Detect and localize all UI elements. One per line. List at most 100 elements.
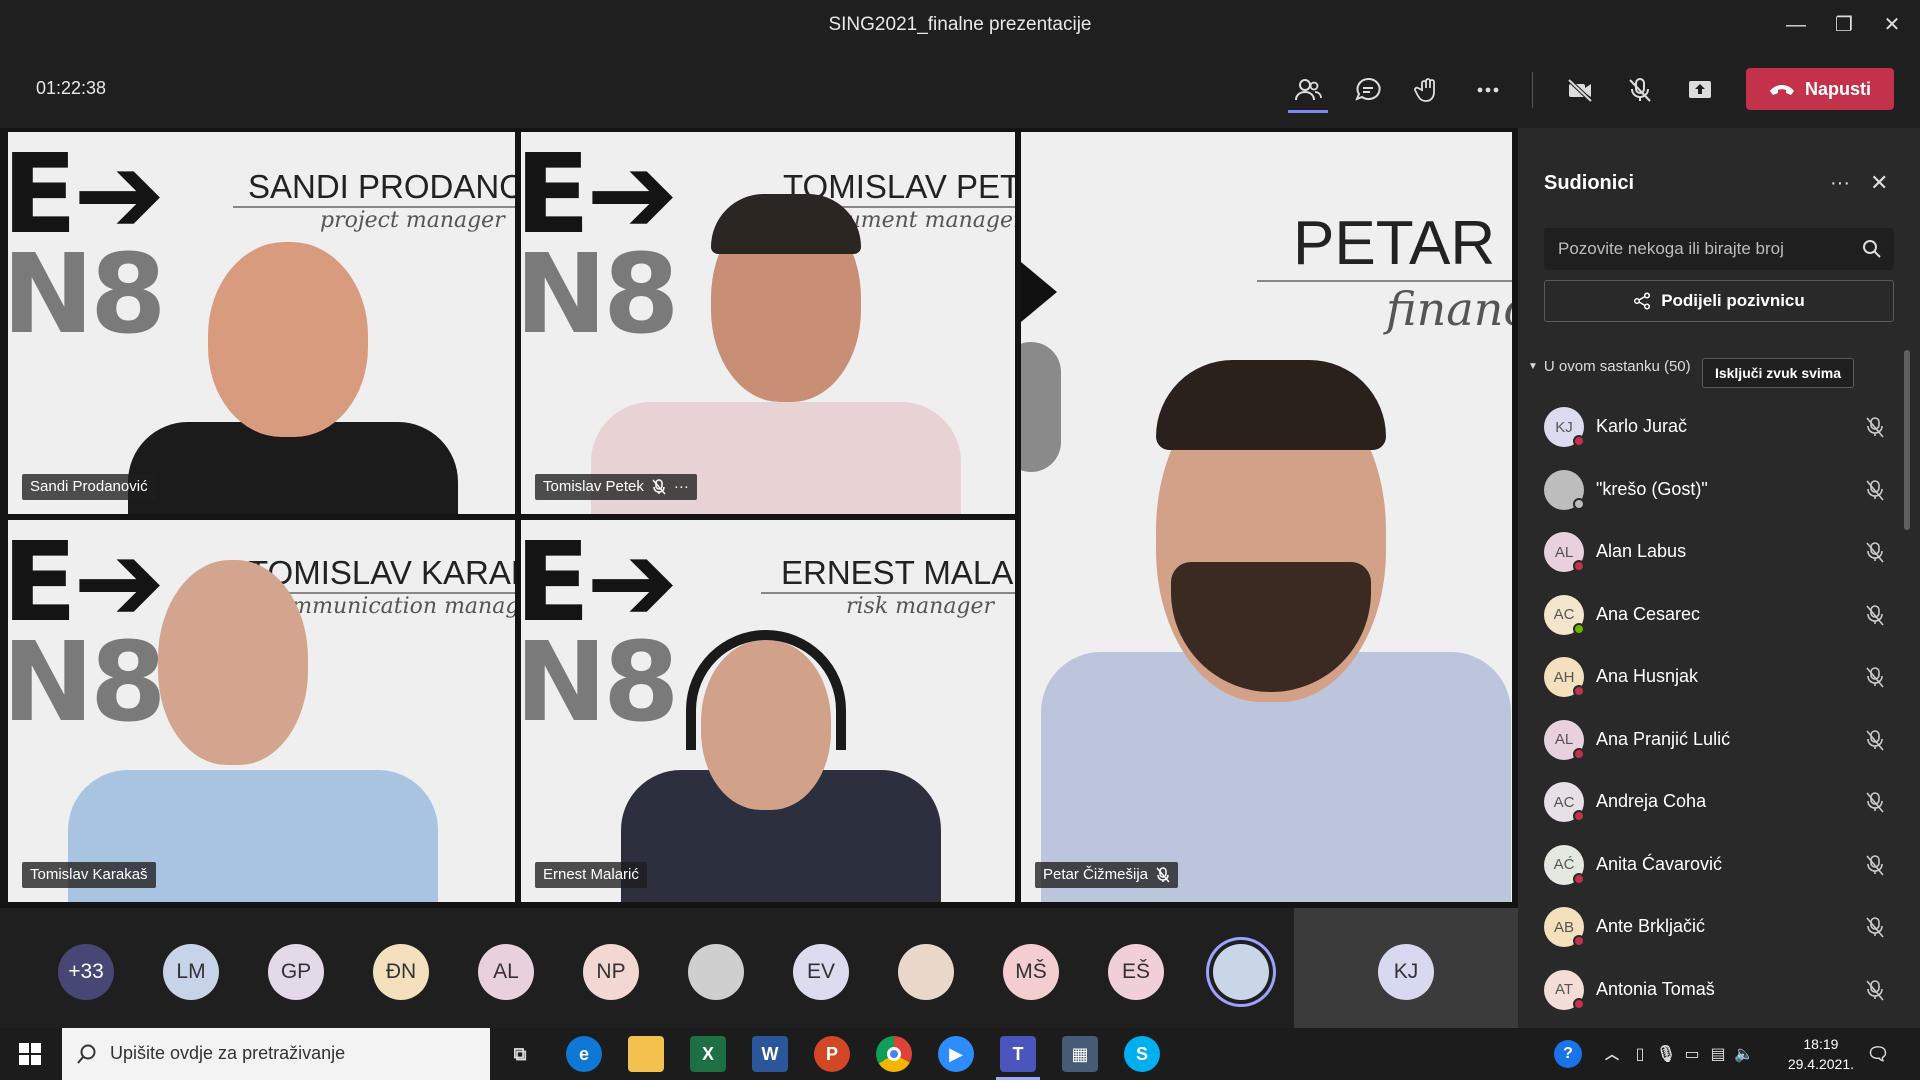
- collapse-chevron-icon: ▼: [1528, 361, 1538, 372]
- chat-icon: [1355, 77, 1381, 101]
- calculator-icon[interactable]: ▦: [1062, 1036, 1098, 1072]
- person-head: [208, 242, 368, 437]
- avatar-3[interactable]: ĐN: [373, 944, 429, 1000]
- avatar-7[interactable]: EV: [793, 944, 849, 1000]
- zoom-icon[interactable]: ▶: [938, 1036, 974, 1072]
- mic-off-icon: [1866, 542, 1884, 563]
- meeting-toolbar: 01:22:38 Napusti: [0, 50, 1920, 128]
- logo-arrow: [1021, 262, 1057, 322]
- invite-search-input[interactable]: [1544, 228, 1854, 270]
- panel-scrollbar[interactable]: [1904, 350, 1910, 530]
- logo-letters: E➔ N8: [8, 132, 167, 358]
- participant-row[interactable]: AC Andreja Coha: [1544, 779, 1894, 829]
- skype-icon[interactable]: S: [1124, 1036, 1160, 1072]
- banner-role: project manager: [320, 208, 505, 233]
- minimize-button[interactable]: —: [1776, 10, 1816, 40]
- participants-panel: Sudionici ··· ✕ Podijeli pozivnicu ▼ U o…: [1518, 128, 1920, 1028]
- participant-name: Ana Pranjić Lulić: [1596, 728, 1731, 749]
- avatar-photo-6[interactable]: [688, 944, 744, 1000]
- in-meeting-section-header[interactable]: ▼ U ovom sastanku (50): [1528, 358, 1691, 375]
- video-tile-ernest[interactable]: E➔N8 ERNEST MALARI risk manager Ernest M…: [521, 520, 1015, 902]
- help-icon[interactable]: ?: [1554, 1040, 1582, 1068]
- avatar-5[interactable]: NP: [583, 944, 639, 1000]
- presence-status-dot: [1573, 810, 1585, 822]
- taskbar-search-box[interactable]: Upišite ovdje za pretraživanje: [62, 1028, 490, 1080]
- participant-row[interactable]: AB Ante Brkljačić: [1544, 904, 1894, 954]
- participant-name-label: Petar Čižmešija: [1035, 862, 1179, 888]
- participant-row[interactable]: AL Alan Labus: [1544, 529, 1894, 579]
- video-tile-sandi[interactable]: E➔N8 SANDI PRODANOV project manager Sand…: [8, 132, 515, 514]
- avatar-9[interactable]: MŠ: [1003, 944, 1059, 1000]
- powerpoint-icon[interactable]: P: [814, 1036, 850, 1072]
- person-hair: [1156, 360, 1386, 450]
- volume-icon[interactable]: 🔈: [1726, 1036, 1762, 1072]
- avatar-photo-8[interactable]: [898, 944, 954, 1000]
- participant-row[interactable]: AĆ Anita Ćavarović: [1544, 842, 1894, 892]
- avatar-0[interactable]: +33: [58, 944, 114, 1000]
- logo-letters: E➔ N8: [8, 520, 167, 746]
- participant-name-label: Ernest Malarić: [535, 862, 647, 888]
- notifications-icon[interactable]: 🗨: [1860, 1036, 1896, 1072]
- banner-role: risk manager: [846, 594, 995, 619]
- search-icon[interactable]: [1862, 239, 1882, 259]
- word-icon[interactable]: W: [752, 1036, 788, 1072]
- participant-row[interactable]: AH Ana Husnjak: [1544, 654, 1894, 704]
- avatar-photo-11[interactable]: [1213, 944, 1269, 1000]
- avatar-2[interactable]: GP: [268, 944, 324, 1000]
- more-actions-button[interactable]: [1470, 72, 1506, 108]
- participant-name-label: Tomislav Petek ···: [535, 474, 697, 500]
- camera-off-icon: [1567, 78, 1593, 103]
- chat-button[interactable]: [1350, 72, 1386, 108]
- chrome-icon[interactable]: [876, 1036, 912, 1072]
- avatar-1[interactable]: LM: [163, 944, 219, 1000]
- video-tile-tomislav-petek[interactable]: E➔N8 TOMISLAV PETE ocument manager Tomis…: [521, 132, 1015, 514]
- presence-status-dot: [1573, 935, 1585, 947]
- avatar-4[interactable]: AL: [478, 944, 534, 1000]
- close-window-button[interactable]: ✕: [1872, 10, 1912, 40]
- participants-button[interactable]: [1290, 72, 1326, 108]
- window-title: SING2021_finalne prezentacije: [828, 14, 1092, 35]
- system-clock[interactable]: 18:19 29.4.2021.: [1788, 1034, 1854, 1074]
- mic-off-icon: [1866, 479, 1884, 501]
- reactions-button[interactable]: [1410, 72, 1446, 108]
- participant-name: Ana Husnjak: [1596, 666, 1699, 686]
- windows-start-button[interactable]: [18, 1042, 42, 1071]
- share-content-button[interactable]: [1682, 72, 1718, 108]
- clock-date: 29.4.2021.: [1787, 1056, 1854, 1072]
- participant-row[interactable]: AT Antonia Tomaš: [1544, 967, 1894, 1017]
- participant-row[interactable]: AC Ana Cesarec: [1544, 592, 1894, 642]
- banner-name: ERNEST MALARI: [781, 554, 1015, 591]
- task-view-icon[interactable]: ⧉: [502, 1036, 538, 1072]
- mute-all-button[interactable]: Isključi zvuk svima: [1702, 358, 1854, 388]
- clock-time: 18:19: [1803, 1036, 1839, 1052]
- teams-icon[interactable]: T: [1000, 1036, 1036, 1072]
- participant-name: "krešo (Gost)": [1596, 478, 1708, 499]
- meeting-timer: 01:22:38: [36, 78, 107, 98]
- more-options-icon[interactable]: ···: [674, 474, 689, 500]
- participant-row[interactable]: "krešo (Gost)": [1544, 467, 1894, 517]
- restore-button[interactable]: ❐: [1824, 10, 1864, 40]
- camera-toggle-button[interactable]: [1562, 72, 1598, 108]
- participant-row[interactable]: AL Ana Pranjić Lulić: [1544, 717, 1894, 767]
- leave-button[interactable]: Napusti: [1746, 68, 1894, 110]
- panel-more-icon[interactable]: ···: [1830, 172, 1850, 195]
- title-bar: SING2021_finalne prezentacije — ❐ ✕: [0, 0, 1920, 50]
- participant-name-label: Tomislav Karakaš: [22, 862, 156, 888]
- video-tile-petar[interactable]: PETAR ( financ Petar Čižmešija: [1021, 132, 1512, 902]
- avatar-10[interactable]: EŠ: [1108, 944, 1164, 1000]
- avatar-12[interactable]: KJ: [1378, 944, 1434, 1000]
- excel-icon[interactable]: X: [690, 1036, 726, 1072]
- presence-status-dot: [1573, 997, 1585, 1010]
- video-tile-tomislav-karakas[interactable]: E➔ N8 TOMISLAV KARAK ommunication manag T…: [8, 520, 515, 902]
- file-explorer-icon[interactable]: [628, 1036, 664, 1072]
- presence-status-dot: [1573, 560, 1585, 572]
- microphone-toggle-button[interactable]: [1622, 72, 1658, 108]
- participant-row[interactable]: KJ Karlo Jurač: [1544, 404, 1894, 454]
- close-panel-icon[interactable]: ✕: [1870, 170, 1888, 196]
- banner-name: TOMISLAV KARAK: [248, 554, 515, 591]
- participant-name: Ana Cesarec: [1596, 603, 1701, 624]
- share-invite-button[interactable]: Podijeli pozivnicu: [1544, 280, 1894, 322]
- edge-icon[interactable]: e: [566, 1036, 602, 1072]
- search-icon: [77, 1044, 96, 1064]
- mic-off-icon: [652, 479, 666, 495]
